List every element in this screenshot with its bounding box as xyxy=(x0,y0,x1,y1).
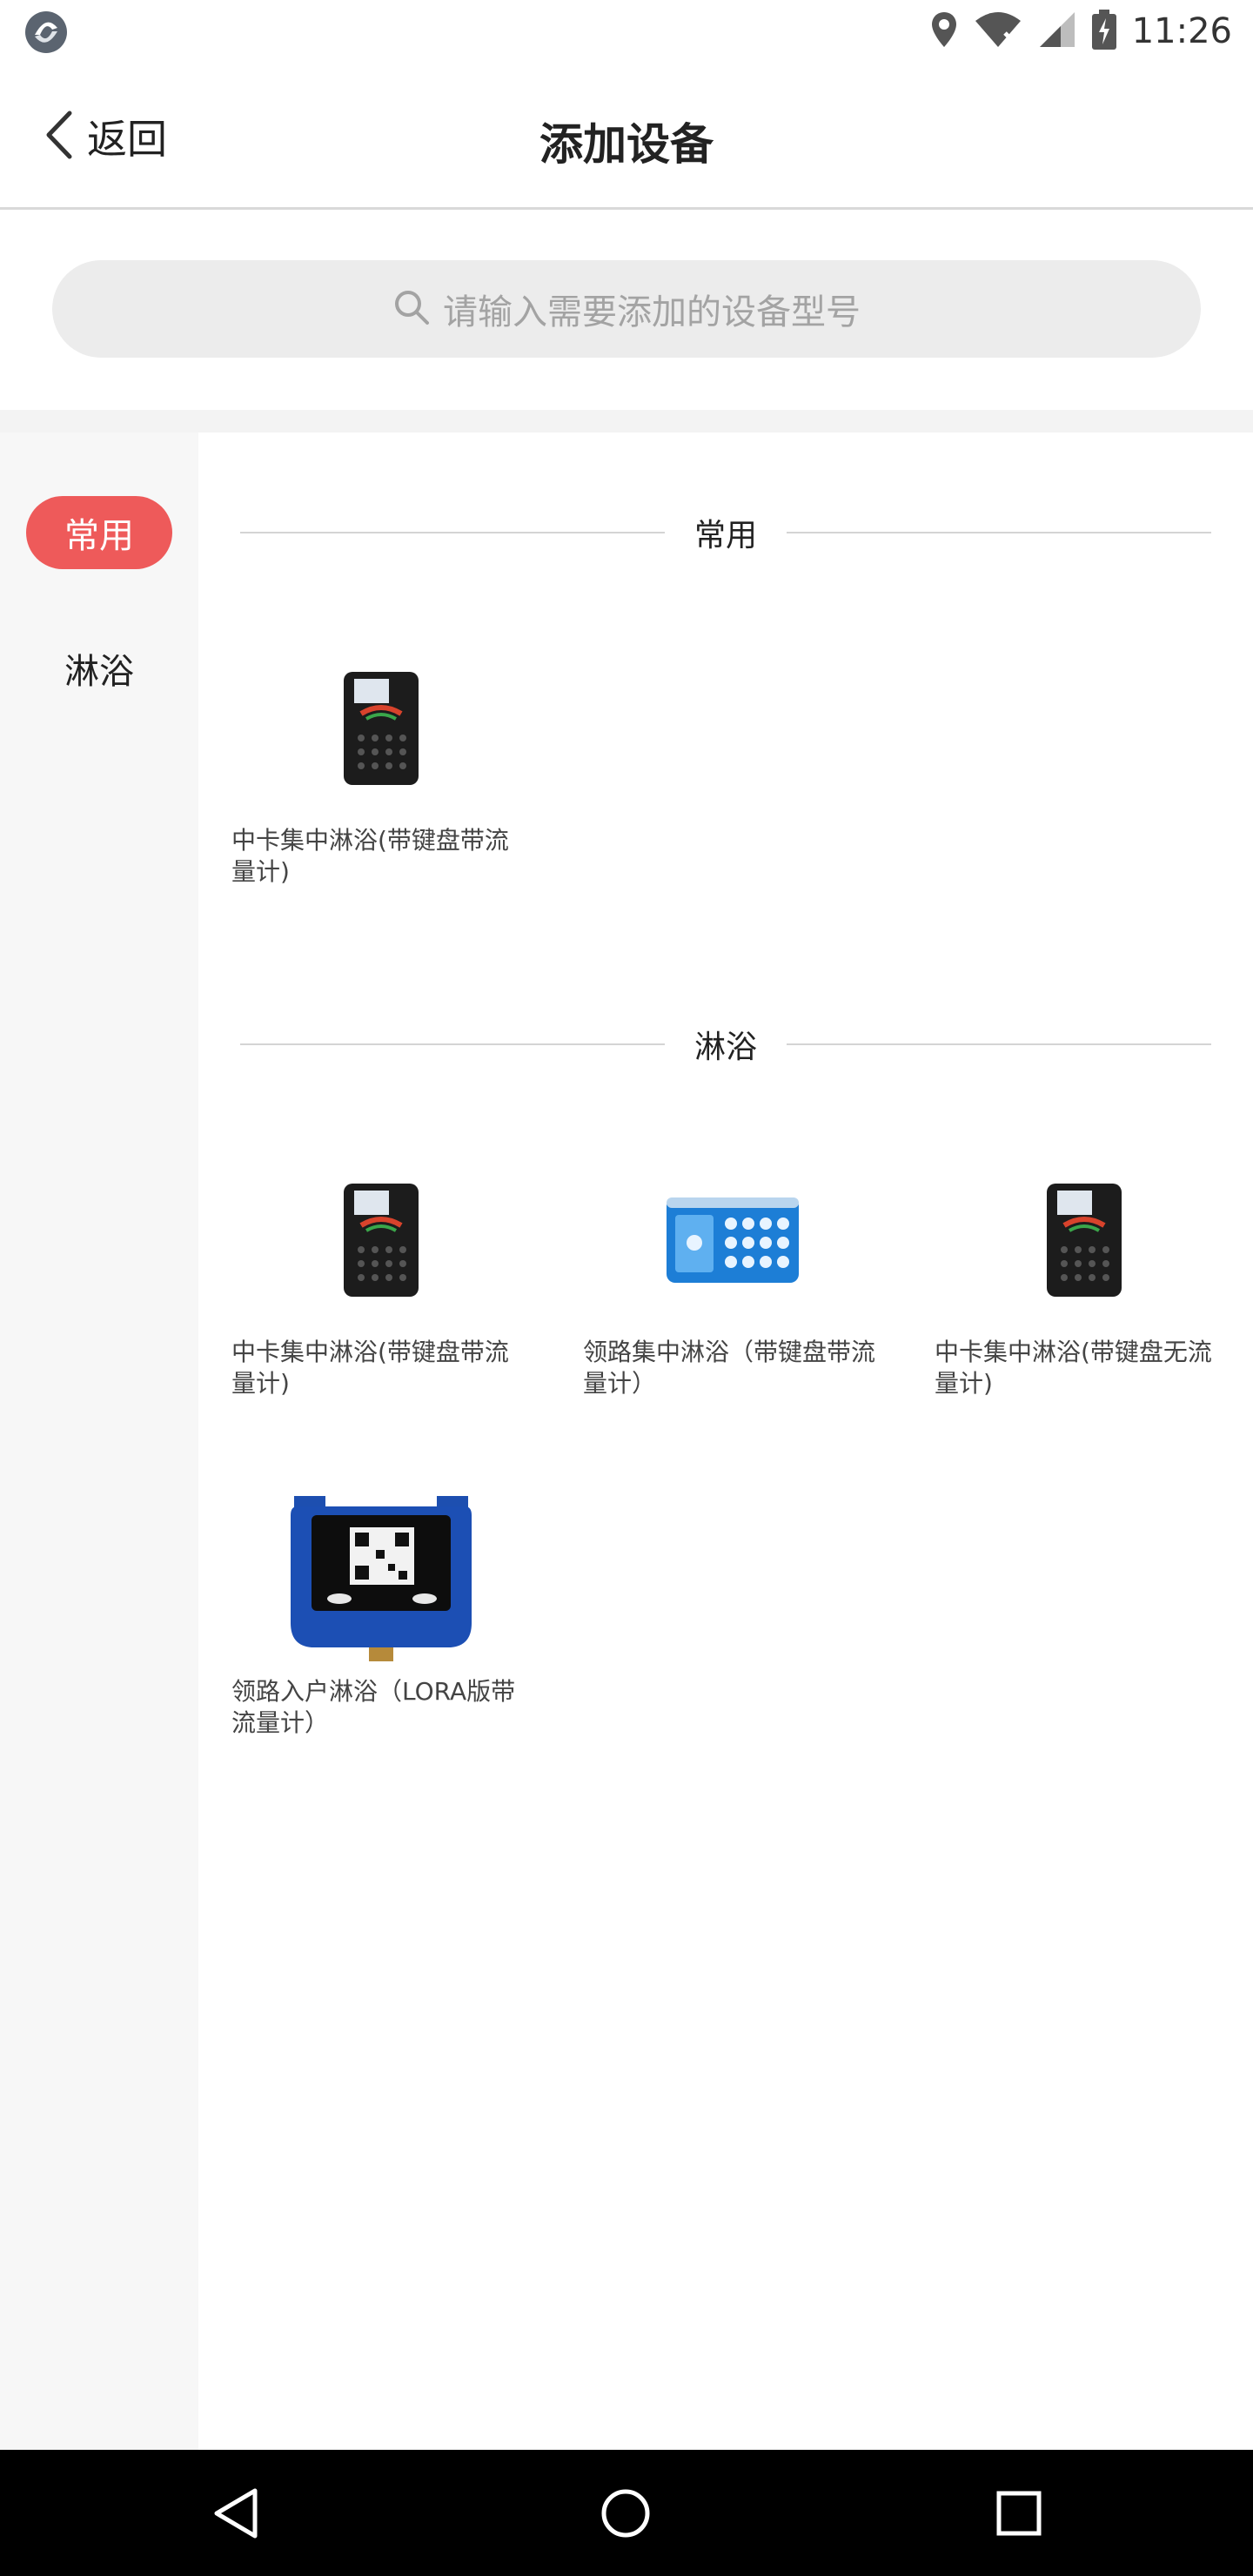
nav-bar: 返回 添加设备 xyxy=(0,63,1253,210)
device-name: 中卡集中淋浴(带键盘带流量计) xyxy=(231,1338,509,1398)
device-card[interactable]: 中卡集中淋浴(带键盘带流量计) xyxy=(216,637,546,888)
keypad-terminal-image xyxy=(567,1149,898,1332)
search-placeholder: 请输入需要添加的设备型号 xyxy=(443,292,861,332)
device-card[interactable]: 中卡集中淋浴(带键盘无流量计) xyxy=(919,1149,1250,1399)
qr-meter-image xyxy=(216,1488,546,1671)
divider xyxy=(787,1043,1212,1045)
sidebar-item-shower[interactable]: 淋浴 xyxy=(26,632,172,705)
location-icon xyxy=(930,10,958,52)
status-bar: 11:26 xyxy=(0,0,1253,63)
back-triangle-icon[interactable] xyxy=(209,2486,263,2540)
wifi-off-icon xyxy=(974,10,1022,52)
section-header-shower: 淋浴 xyxy=(240,1023,1212,1066)
section-header-common: 常用 xyxy=(240,511,1212,554)
search-icon xyxy=(392,288,431,330)
card-terminal-image xyxy=(919,1149,1250,1332)
device-name: 领路集中淋浴（带键盘带流量计） xyxy=(583,1338,876,1398)
section-title: 淋浴 xyxy=(694,1030,758,1065)
status-time: 11:26 xyxy=(1131,11,1232,51)
divider-band xyxy=(0,410,1253,433)
sidebar-item-common[interactable]: 常用 xyxy=(26,496,172,569)
device-card[interactable]: 领路集中淋浴（带键盘带流量计） xyxy=(567,1149,898,1399)
battery-charging-icon xyxy=(1091,10,1116,53)
card-terminal-image xyxy=(216,1149,546,1332)
signal-icon xyxy=(1038,10,1076,52)
app-logo-icon xyxy=(23,9,70,56)
divider xyxy=(240,1043,665,1045)
device-name: 领路入户淋浴（LORA版带流量计） xyxy=(231,1677,516,1737)
search-area: 请输入需要添加的设备型号 xyxy=(0,210,1253,410)
divider xyxy=(240,532,665,533)
category-sidebar: 常用 淋浴 xyxy=(0,433,198,2450)
section-title: 常用 xyxy=(694,518,758,553)
device-list: 常用 中卡集中淋浴(带键盘带流量计) 淋浴 中卡集中淋浴(带键盘带流量计) 领路… xyxy=(198,433,1253,2450)
device-card[interactable]: 领路入户淋浴（LORA版带流量计） xyxy=(216,1488,546,1739)
device-name: 中卡集中淋浴(带键盘无流量计) xyxy=(935,1338,1212,1398)
device-name: 中卡集中淋浴(带键盘带流量计) xyxy=(231,826,509,886)
divider xyxy=(787,532,1212,533)
recents-square-icon[interactable] xyxy=(992,2486,1046,2540)
device-card[interactable]: 中卡集中淋浴(带键盘带流量计) xyxy=(216,1149,546,1399)
search-input[interactable]: 请输入需要添加的设备型号 xyxy=(52,260,1201,358)
system-nav-bar xyxy=(0,2450,1253,2576)
page-title: 添加设备 xyxy=(539,119,714,170)
card-terminal-image xyxy=(216,637,546,820)
home-circle-icon[interactable] xyxy=(599,2486,653,2540)
